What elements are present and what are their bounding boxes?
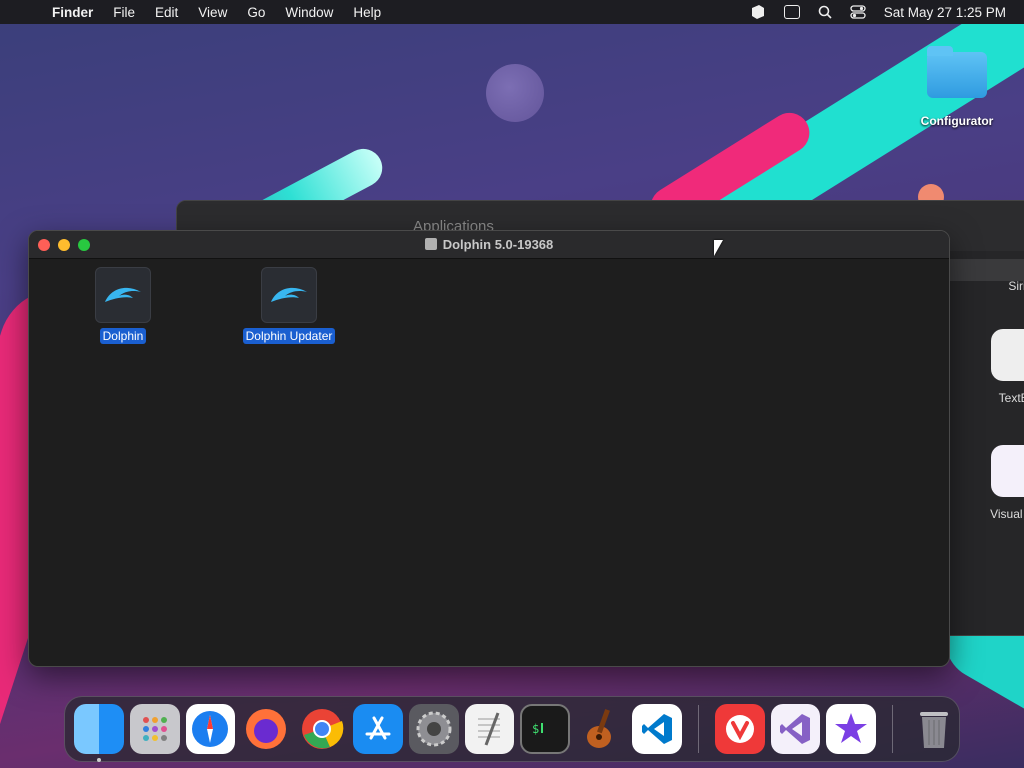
safari-icon[interactable] — [185, 704, 236, 754]
app-textedit-label: TextEd — [998, 391, 1024, 405]
textedit-icon[interactable] — [464, 704, 515, 754]
app-visual-studio-label: Visual Stu — [990, 507, 1024, 521]
mouse-cursor-icon — [714, 240, 723, 256]
menu-view[interactable]: View — [188, 5, 237, 20]
file-dolphin[interactable]: Dolphin — [93, 267, 153, 345]
vscode-icon[interactable] — [631, 704, 682, 754]
app-siri[interactable]: Siri — [977, 279, 1024, 293]
file-dolphin-updater[interactable]: Dolphin Updater — [239, 267, 339, 345]
system-preferences-icon[interactable] — [408, 704, 459, 754]
window-title: Dolphin 5.0-19368 — [29, 237, 949, 252]
app-visual-studio[interactable]: Visual Stu — [977, 445, 1024, 521]
menu-app-name[interactable]: Finder — [42, 5, 103, 20]
textedit-icon — [991, 329, 1024, 381]
dolphin-app-icon — [95, 267, 151, 323]
menu-go[interactable]: Go — [237, 5, 275, 20]
app-siri-label: Siri — [1008, 279, 1024, 293]
trash-icon[interactable] — [909, 704, 959, 754]
vivaldi-icon[interactable] — [714, 704, 765, 754]
app-textedit[interactable]: TextEd — [977, 329, 1024, 405]
menu-bar: Finder File Edit View Go Window Help Sat… — [0, 0, 1024, 24]
screen-mirroring-icon[interactable] — [783, 5, 800, 19]
terminal-icon[interactable]: $ — [520, 704, 571, 754]
applications-pathbar — [949, 259, 1024, 281]
spotlight-search-icon[interactable] — [818, 5, 832, 19]
menu-clock[interactable]: Sat May 27 1:25 PM — [884, 5, 1006, 20]
imovie-icon[interactable] — [826, 704, 877, 754]
window-title-text: Dolphin 5.0-19368 — [442, 237, 554, 252]
dock-separator — [697, 705, 699, 753]
disk-image-icon — [424, 238, 437, 250]
dock: $ — [64, 696, 960, 762]
menu-help[interactable]: Help — [343, 5, 391, 20]
firefox-icon[interactable] — [241, 704, 291, 754]
status-app-icon[interactable] — [750, 4, 766, 20]
chrome-icon[interactable] — [297, 704, 347, 754]
finder-icon[interactable] — [74, 704, 124, 762]
desktop-folder-configurator[interactable]: Configurator — [916, 46, 998, 128]
dolphin-updater-icon — [261, 267, 317, 323]
file-label: Dolphin Updater — [242, 328, 336, 344]
app-store-icon[interactable] — [352, 704, 403, 754]
menu-edit[interactable]: Edit — [145, 5, 188, 20]
window-titlebar[interactable]: Dolphin 5.0-19368 — [29, 231, 949, 259]
menu-window[interactable]: Window — [275, 5, 343, 20]
control-center-icon[interactable] — [850, 5, 866, 19]
svg-text:$: $ — [532, 722, 539, 736]
wallpaper-planet — [486, 64, 544, 122]
garageband-icon[interactable] — [576, 704, 626, 754]
file-label: Dolphin — [99, 328, 147, 344]
visual-studio-icon[interactable] — [770, 704, 821, 754]
menu-file[interactable]: File — [103, 5, 145, 20]
dolphin-disk-window[interactable]: Dolphin 5.0-19368 Dolphin Dolphin Update… — [28, 230, 950, 667]
visual-studio-icon — [991, 445, 1024, 497]
dock-separator — [892, 705, 894, 753]
launchpad-icon[interactable] — [129, 704, 180, 754]
folder-icon — [927, 46, 987, 98]
desktop-folder-label: Configurator — [920, 114, 994, 128]
